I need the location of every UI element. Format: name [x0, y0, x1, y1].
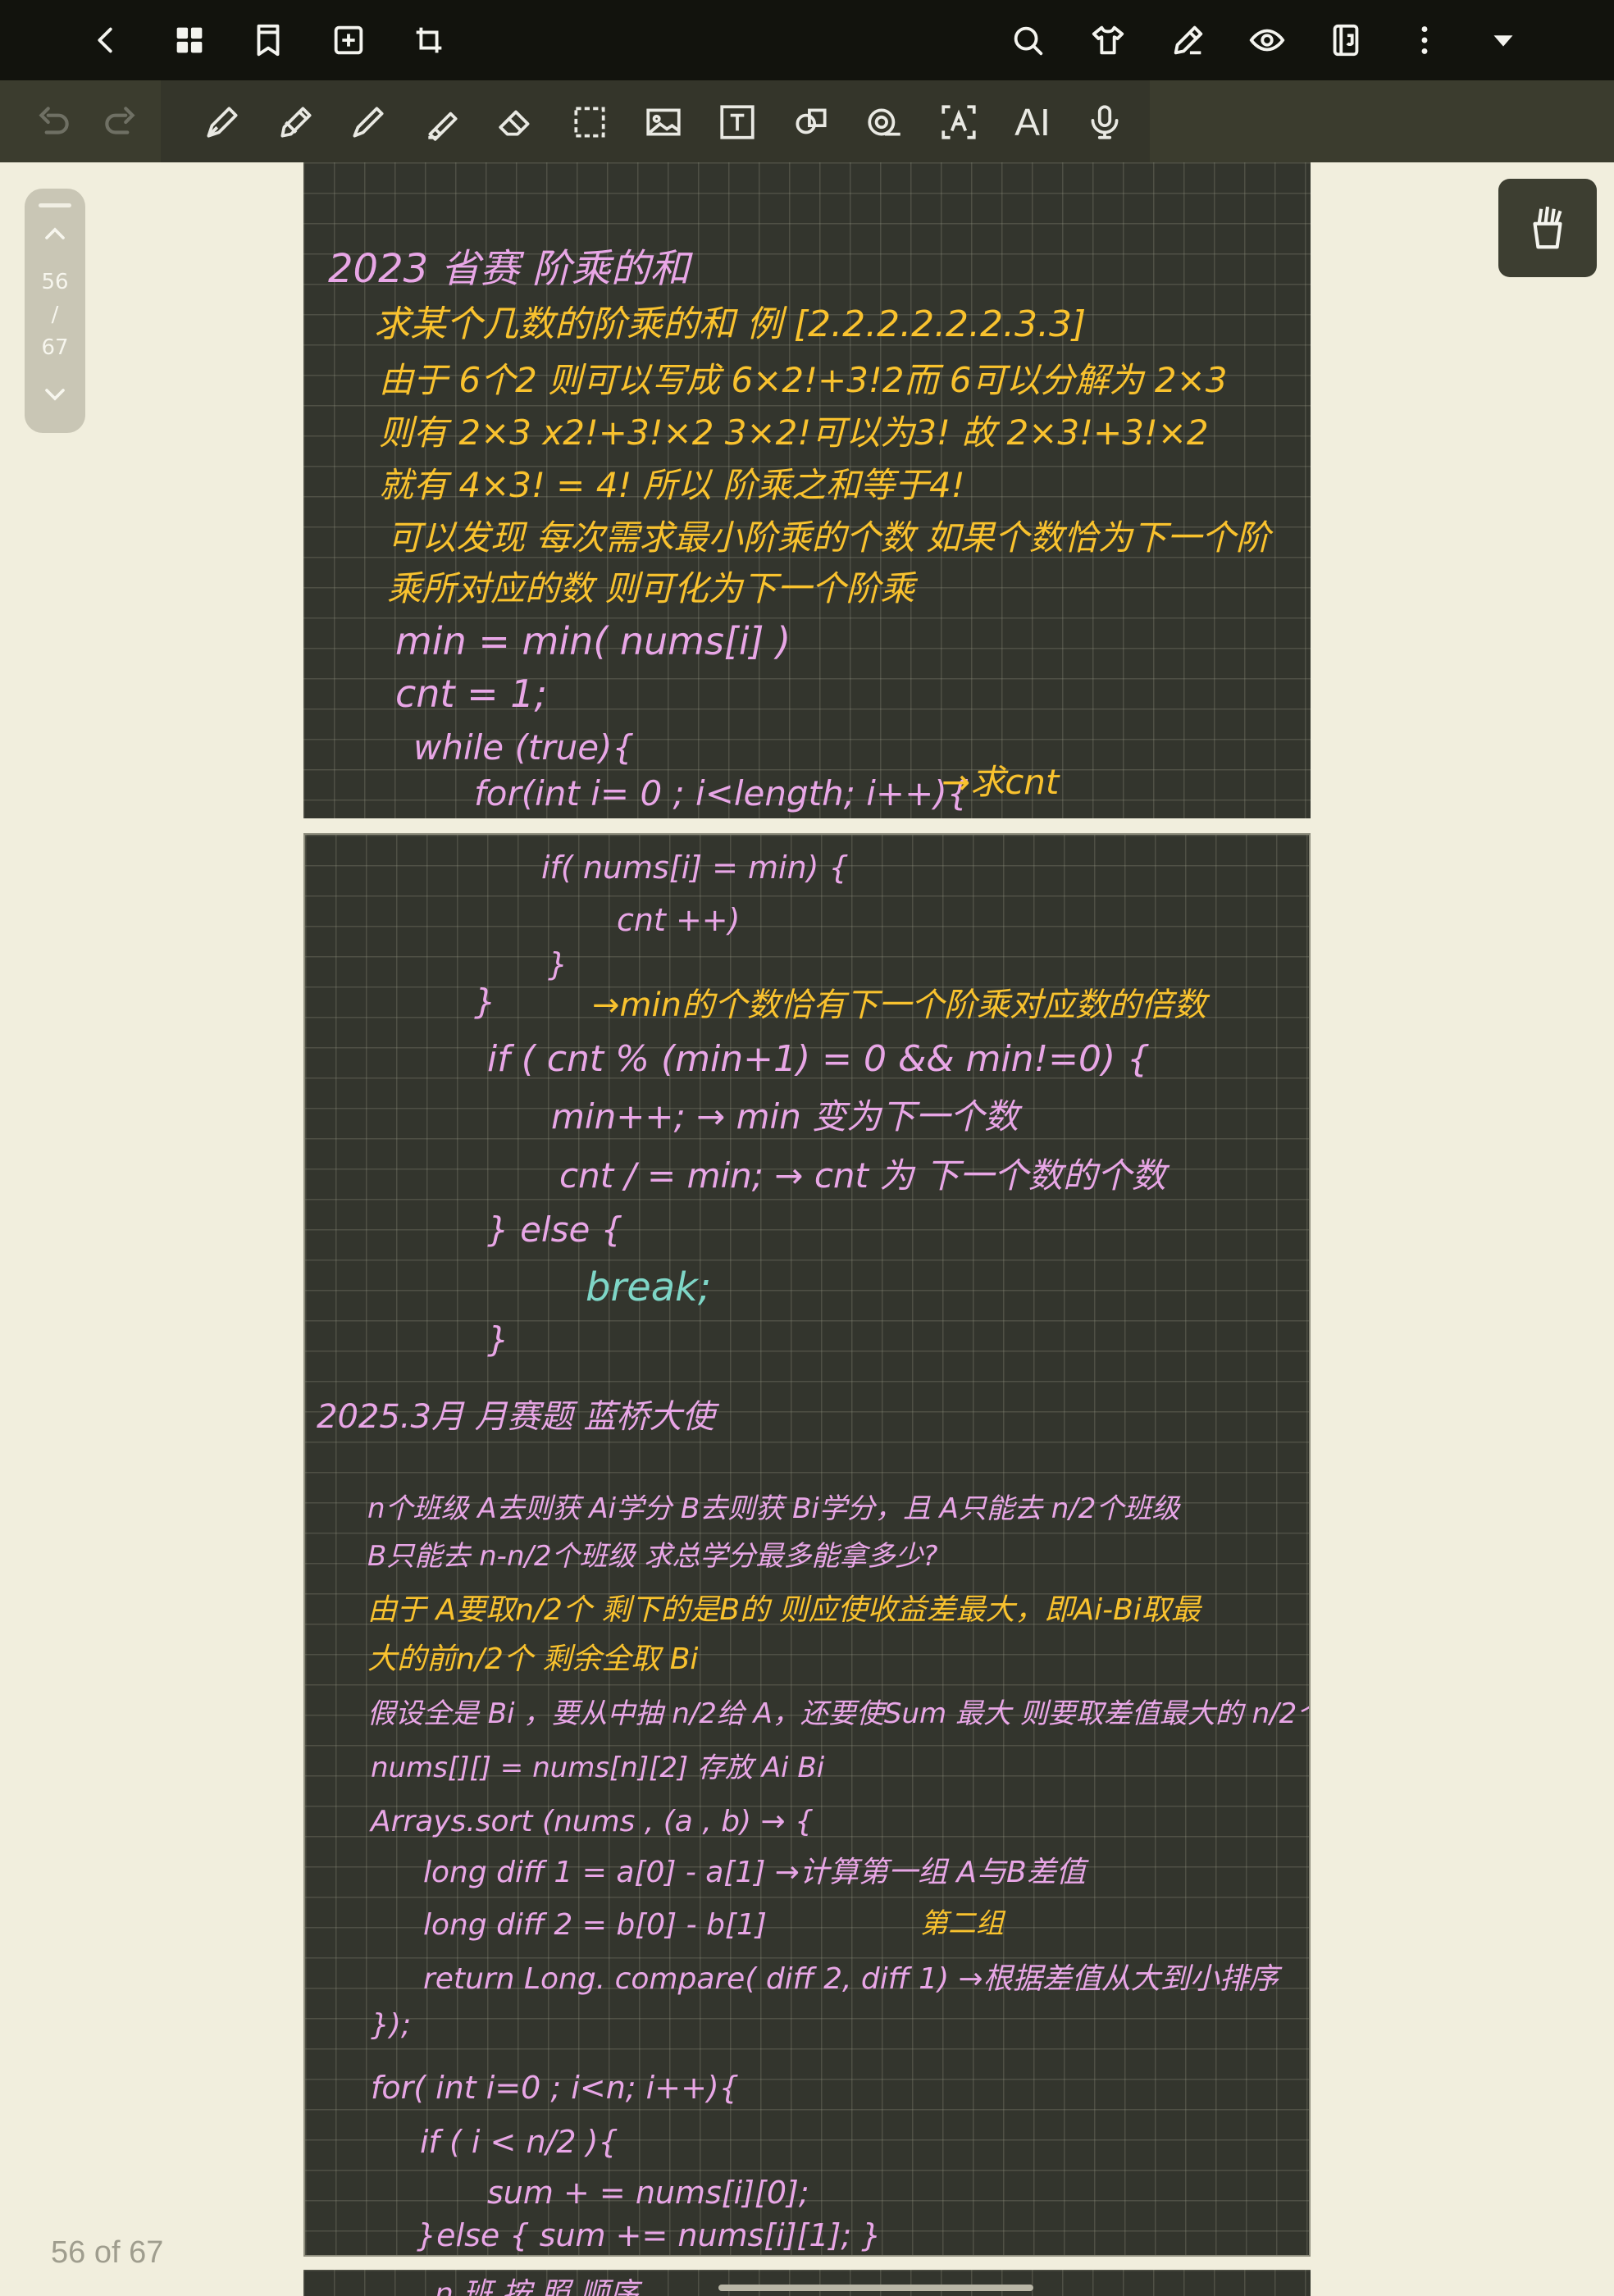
note-line: →min的个数恰有下一个阶乘对应数的倍数	[592, 986, 1206, 1024]
note-line: 可以发现 每次需求最小阶乘的个数 如果个数恰为下一个阶	[387, 517, 1270, 558]
crop-icon[interactable]	[408, 20, 449, 61]
bookmark-icon[interactable]	[248, 20, 289, 61]
image-icon[interactable]	[641, 100, 686, 144]
back-icon[interactable]	[85, 20, 126, 61]
note-line: 2023 省赛 阶乘的和	[328, 246, 690, 292]
note-line: sum + = nums[i][0];	[487, 2175, 809, 2211]
book-icon[interactable]	[1325, 20, 1366, 61]
tool-bar: AI	[0, 80, 1614, 162]
note-line: }else { sum += nums[i][1]; }	[417, 2217, 882, 2253]
note-line: long diff 1 = a[0] - a[1] →计算第一组 A与B差值	[423, 1856, 1086, 1889]
more-icon[interactable]	[1404, 20, 1445, 61]
total-pages: 67	[41, 335, 69, 360]
ballpoint-pen-icon[interactable]	[346, 100, 390, 144]
page-counter: 56 of 67	[51, 2235, 164, 2270]
shirt-icon[interactable]	[1087, 20, 1128, 61]
page-navigator[interactable]: 56 / 67	[25, 189, 85, 433]
note-line: B只能去 n-n/2个班级 求总学分最多能拿多少?	[367, 1540, 938, 1573]
note-page-2[interactable]: if( nums[i] = min) { cnt ++) } } →min的个数…	[303, 833, 1311, 2257]
section-heading: 2025.3月 月赛题 蓝桥大使	[317, 1398, 715, 1436]
tape-icon[interactable]	[863, 100, 907, 144]
note-line: 则有 2×3 x2!+3!×2 3×2!可以为3! 故 2×3!+3!×2	[379, 412, 1209, 453]
note-line: for(int i= 0 ; i<length; i++){	[474, 773, 969, 813]
navigator-grip[interactable]	[39, 203, 71, 207]
note-line: while (true){	[413, 727, 635, 768]
note-line: for( int i=0 ; i<n; i++){	[371, 2070, 739, 2106]
note-line: Arrays.sort (nums , (a , b) → {	[371, 1805, 814, 1838]
text-box-icon[interactable]	[715, 100, 759, 144]
note-line: }	[548, 946, 568, 982]
note-line: 乘所对应的数 则可化为下一个阶乘	[387, 568, 915, 608]
microphone-icon[interactable]	[1083, 100, 1127, 144]
note-line: long diff 2 = b[0] - b[1]	[423, 1908, 767, 1942]
note-line: if ( cnt % (min+1) = 0 && min!=0) {	[487, 1038, 1151, 1080]
note-line: 由于 A要取n/2个 剩下的是B的 则应使收益差最大，即Ai-Bi取最	[367, 1593, 1201, 1627]
note-line: 大的前n/2个 剩余全取 Bi	[367, 1642, 699, 1676]
add-page-icon[interactable]	[328, 20, 369, 61]
note-line: break;	[586, 1264, 712, 1310]
note-line: nums[][] = nums[n][2] 存放 Ai Bi	[371, 1752, 825, 1784]
pen-cup-icon	[1533, 206, 1562, 249]
note-line: 假设全是 Bi ，要从中抽 n/2给 A，还要使Sum 最大 则要取差值最大的 …	[367, 1697, 1311, 1730]
scroll-indicator[interactable]	[718, 2285, 1033, 2291]
note-line: n个班级 A去则获 Ai学分 B去则获 Bi学分，且 A只能去 n/2个班级	[367, 1492, 1180, 1525]
fountain-pen-icon[interactable]	[200, 100, 244, 144]
note-line: min++; → min 变为下一个数	[551, 1096, 1019, 1137]
note-line: }	[487, 1319, 509, 1360]
eraser-icon[interactable]	[494, 100, 538, 144]
ocr-icon[interactable]	[937, 100, 981, 144]
search-icon[interactable]	[1007, 20, 1048, 61]
note-line: });	[371, 2008, 412, 2042]
page-separator: /	[51, 303, 59, 327]
chevron-down-icon[interactable]	[39, 378, 71, 411]
pencil-icon[interactable]	[274, 100, 318, 144]
note-line: cnt / = min; → cnt 为 下一个数的个数	[559, 1155, 1166, 1196]
note-line: 第二组	[920, 1907, 1004, 1940]
note-line: } else {	[487, 1210, 623, 1250]
note-line: if ( i < n/2 ){	[420, 2124, 618, 2160]
lasso-select-icon[interactable]	[568, 100, 612, 144]
highlighter-icon[interactable]	[420, 100, 464, 144]
ai-tool[interactable]: AI	[1010, 100, 1055, 144]
chevron-up-icon[interactable]	[39, 217, 71, 250]
ai-label: AI	[1014, 101, 1051, 144]
current-page-number: 56	[41, 270, 69, 294]
redo-icon[interactable]	[98, 100, 143, 144]
note-page-1[interactable]: 2023 省赛 阶乘的和 求某个几数的阶乘的和 例 [2.2.2.2.2.2.3…	[303, 162, 1311, 818]
note-line: 由于 6个2 则可以写成 6×2!+3!2而 6可以分解为 2×3	[379, 360, 1228, 400]
note-line: cnt ++)	[617, 902, 741, 938]
note-line: cnt = 1;	[395, 672, 548, 716]
dropdown-icon[interactable]	[1483, 20, 1524, 61]
note-line: }	[474, 982, 496, 1022]
top-navigation-bar	[0, 0, 1614, 80]
eye-icon[interactable]	[1247, 20, 1288, 61]
note-line: 就有 4×3! = 4! 所以 阶乘之和等于4!	[379, 465, 965, 505]
note-line: if( nums[i] = min) {	[541, 850, 849, 886]
note-line: return Long. compare( diff 2, diff 1) →根…	[423, 1962, 1279, 1996]
grid-icon[interactable]	[169, 20, 210, 61]
note-line: n 班 按 照 顺序	[435, 2277, 639, 2296]
note-line: 求某个几数的阶乘的和 例 [2.2.2.2.2.2.3.3]	[374, 303, 1087, 345]
drawing-tools: AI	[161, 80, 1150, 162]
note-line: min = min( nums[i] )	[395, 619, 791, 663]
pen-holder-button[interactable]	[1498, 179, 1597, 277]
undo-icon[interactable]	[31, 100, 75, 144]
shape-icon[interactable]	[789, 100, 833, 144]
note-page-3[interactable]: n 班 按 照 顺序	[303, 2270, 1311, 2296]
pen-edit-icon[interactable]	[1168, 20, 1209, 61]
note-line: →求cnt	[942, 762, 1060, 802]
